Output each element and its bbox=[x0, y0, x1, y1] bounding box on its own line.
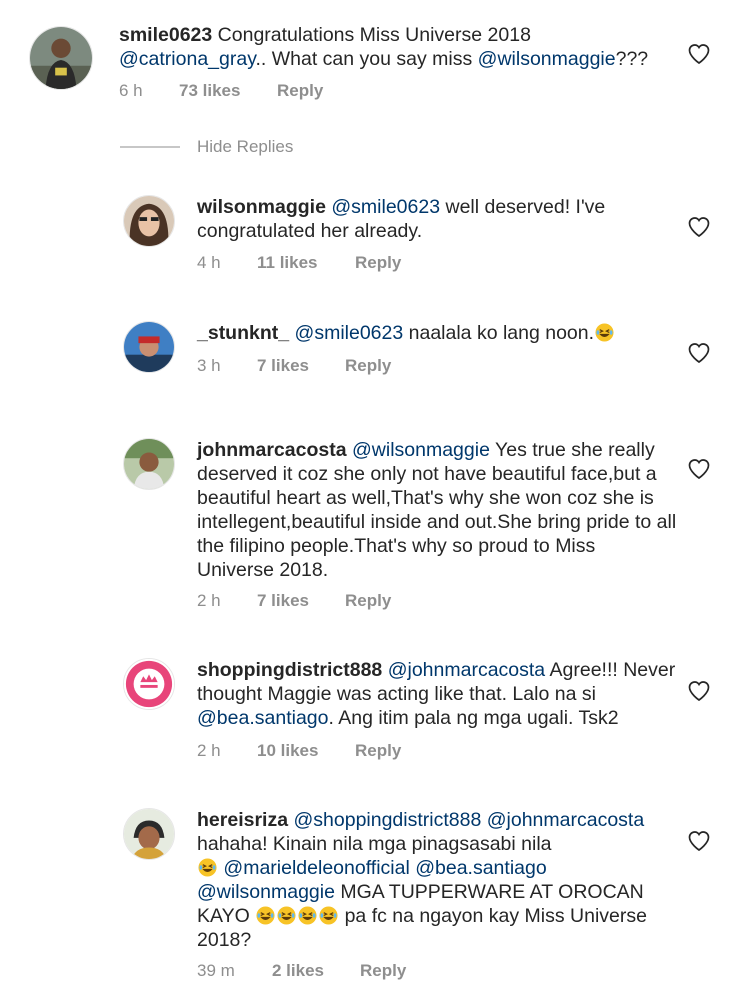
reply-button[interactable]: Reply bbox=[355, 741, 401, 761]
comment-body: smile0623 Congratulations Miss Universe … bbox=[119, 23, 679, 71]
comment-body: _stunknt_ @smile0623 naalala ko lang noo… bbox=[197, 321, 667, 345]
likes-count[interactable]: 2 likes bbox=[272, 961, 324, 981]
laughing-emoji bbox=[198, 858, 217, 877]
timestamp: 6 h bbox=[119, 81, 143, 100]
likes-count[interactable]: 11 likes bbox=[257, 253, 318, 273]
likes-count[interactable]: 73 likes bbox=[179, 81, 240, 101]
likes-count[interactable]: 7 likes bbox=[257, 356, 309, 376]
reply-button[interactable]: Reply bbox=[277, 81, 323, 101]
heart-icon[interactable] bbox=[687, 42, 711, 66]
comment-body: hereisriza @shoppingdistrict888 @johnmar… bbox=[197, 808, 677, 952]
avatar[interactable] bbox=[123, 195, 175, 247]
timestamp: 4 h bbox=[197, 253, 221, 272]
mention[interactable]: @wilsonmaggie bbox=[197, 881, 335, 903]
laughing-emoji bbox=[319, 906, 338, 925]
timestamp: 39 m bbox=[197, 961, 235, 980]
comment-text: hahaha! Kinain nila mga pinagsasabi nila bbox=[197, 833, 552, 855]
reply-button[interactable]: Reply bbox=[355, 253, 401, 273]
divider bbox=[120, 146, 180, 148]
username[interactable]: _stunknt_ bbox=[197, 322, 289, 344]
heart-icon[interactable] bbox=[687, 829, 711, 853]
heart-icon[interactable] bbox=[687, 341, 711, 365]
username[interactable]: smile0623 bbox=[119, 24, 212, 46]
mention[interactable]: @wilsonmaggie bbox=[352, 439, 490, 461]
reply-button[interactable]: Reply bbox=[360, 961, 406, 981]
comment-text: naalala ko lang noon. bbox=[403, 322, 595, 344]
avatar[interactable] bbox=[123, 808, 175, 860]
reply-button[interactable]: Reply bbox=[345, 356, 391, 376]
mention[interactable]: @smile0623 bbox=[331, 196, 440, 218]
timestamp: 2 h bbox=[197, 591, 221, 610]
avatar[interactable] bbox=[29, 26, 93, 90]
mention[interactable]: @bea.santiago bbox=[197, 707, 328, 729]
comment-body: wilsonmaggie @smile0623 well deserved! I… bbox=[197, 195, 667, 243]
heart-icon[interactable] bbox=[687, 215, 711, 239]
likes-count[interactable]: 10 likes bbox=[257, 741, 318, 761]
laughing-emoji bbox=[256, 906, 275, 925]
mention[interactable]: @johnmarcacosta bbox=[388, 659, 545, 681]
laughing-emoji bbox=[277, 906, 296, 925]
username[interactable]: shoppingdistrict888 bbox=[197, 659, 382, 681]
username[interactable]: johnmarcacosta bbox=[197, 439, 347, 461]
avatar[interactable] bbox=[123, 658, 175, 710]
comment-body: shoppingdistrict888 @johnmarcacosta Agre… bbox=[197, 658, 677, 730]
laughing-emoji bbox=[595, 323, 614, 342]
comment-text: ??? bbox=[615, 48, 649, 70]
reply-button[interactable]: Reply bbox=[345, 591, 391, 611]
timestamp: 2 h bbox=[197, 741, 221, 760]
comment-body: johnmarcacosta @wilsonmaggie Yes true sh… bbox=[197, 438, 677, 582]
mention[interactable]: @bea.santiago bbox=[415, 857, 546, 879]
comment-text: . Ang itim pala ng mga ugali. Tsk2 bbox=[328, 707, 619, 729]
mention[interactable]: @smile0623 bbox=[295, 322, 404, 344]
mention[interactable]: @catriona_gray bbox=[119, 48, 256, 70]
mention[interactable]: @wilsonmaggie bbox=[478, 48, 616, 70]
likes-count[interactable]: 7 likes bbox=[257, 591, 309, 611]
mention[interactable]: @shoppingdistrict888 bbox=[293, 809, 481, 831]
avatar[interactable] bbox=[123, 438, 175, 490]
comment-text: .. What can you say miss bbox=[255, 48, 478, 70]
heart-icon[interactable] bbox=[687, 679, 711, 703]
laughing-emoji bbox=[298, 906, 317, 925]
comment-text: Congratulations Miss Universe 2018 bbox=[217, 24, 531, 46]
hide-replies-button[interactable]: Hide Replies bbox=[197, 137, 293, 157]
timestamp: 3 h bbox=[197, 356, 221, 375]
username[interactable]: wilsonmaggie bbox=[197, 196, 326, 218]
mention[interactable]: @johnmarcacosta bbox=[487, 809, 644, 831]
avatar[interactable] bbox=[123, 321, 175, 373]
heart-icon[interactable] bbox=[687, 457, 711, 481]
username[interactable]: hereisriza bbox=[197, 809, 288, 831]
mention[interactable]: @marieldeleonofficial bbox=[223, 857, 409, 879]
